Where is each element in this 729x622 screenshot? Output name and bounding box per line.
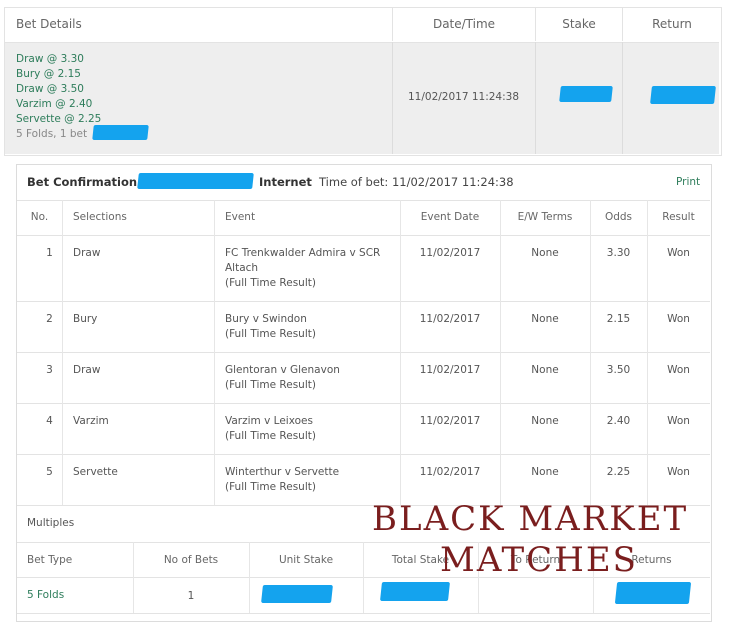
redaction: [650, 86, 716, 104]
summary-selection: Varzim @ 2.40: [16, 98, 93, 110]
multiples-col-bet-type: Bet Type: [27, 554, 73, 566]
row-event-date: 11/02/2017: [419, 364, 481, 376]
summary-datetime: 11/02/2017 11:24:38: [407, 91, 519, 103]
divider: [622, 42, 623, 154]
row-odds: 3.50: [606, 364, 631, 376]
redaction: [614, 582, 692, 604]
row-result: Won: [667, 415, 690, 427]
divider: [17, 613, 710, 614]
divider: [17, 352, 710, 353]
divider: [17, 235, 710, 236]
stake-header: Stake: [535, 7, 622, 41]
row-result: Won: [667, 364, 690, 376]
row-ew-terms: None: [531, 313, 559, 325]
divider: [17, 200, 710, 201]
row-event: Glentoran v Glenavon: [225, 364, 340, 376]
redaction: [92, 125, 149, 140]
row-market: (Full Time Result): [225, 430, 316, 442]
row-selection: Servette: [73, 466, 118, 478]
col-header-result: Result: [662, 211, 695, 223]
divider: [133, 542, 134, 613]
col-header-ew-terms: E/W Terms: [517, 211, 573, 223]
col-header-odds: Odds: [604, 211, 633, 223]
watermark-line-1: BLACK MARKET: [372, 499, 689, 539]
divider: [214, 200, 215, 505]
time-of-bet: Time of bet: 11/02/2017 11:24:38: [319, 175, 514, 189]
col-header-event-date: Event Date: [420, 211, 480, 223]
row-odds: 2.15: [606, 313, 631, 325]
bet-details-header: Bet Details: [16, 17, 82, 31]
row-selection: Draw: [73, 247, 101, 259]
row-event-date: 11/02/2017: [419, 313, 481, 325]
row-market: (Full Time Result): [225, 328, 316, 340]
folds-summary: 5 Folds, 1 bet: [16, 128, 88, 140]
row-event: Winterthur v Servette: [225, 466, 340, 478]
divider: [249, 542, 250, 613]
row-selection: Varzim: [73, 415, 109, 427]
redaction: [380, 582, 450, 601]
row-selection: Draw: [73, 364, 101, 376]
summary-selection: Servette @ 2.25: [16, 113, 102, 125]
multiples-col-unit-stake: Unit Stake: [278, 554, 334, 566]
divider: [17, 301, 710, 302]
row-market: (Full Time Result): [225, 379, 316, 391]
row-ew-terms: None: [531, 247, 559, 259]
print-link[interactable]: Print: [676, 176, 700, 188]
multiples-col-no-of-bets: No of Bets: [163, 554, 219, 566]
summary-selection: Draw @ 3.50: [16, 83, 84, 95]
row-result: Won: [667, 466, 690, 478]
row-odds: 2.40: [606, 415, 631, 427]
row-event-date: 11/02/2017: [419, 415, 481, 427]
row-event: Varzim v Leixoes: [225, 415, 313, 427]
summary-selection: Bury @ 2.15: [16, 68, 81, 80]
date-time-header: Date/Time: [392, 7, 535, 41]
row-ew-terms: None: [531, 364, 559, 376]
row-odds: 3.30: [606, 247, 631, 259]
multiples-no-of-bets: 1: [187, 590, 195, 602]
row-event-date: 11/02/2017: [419, 466, 481, 478]
row-event-date: 11/02/2017: [419, 247, 481, 259]
channel-label: Internet: [259, 175, 312, 189]
col-header-selections: Selections: [73, 211, 127, 223]
row-selection: Bury: [73, 313, 98, 325]
bet-confirmation-title: Bet Confirmation: [27, 175, 138, 189]
row-ew-terms: None: [531, 466, 559, 478]
row-result: Won: [667, 247, 690, 259]
multiples-title: Multiples: [27, 517, 75, 529]
row-market: (Full Time Result): [225, 277, 316, 289]
redaction: [559, 86, 613, 102]
divider: [17, 403, 710, 404]
divider: [17, 454, 710, 455]
return-header: Return: [622, 7, 721, 41]
row-result: Won: [667, 313, 690, 325]
row-ew-terms: None: [531, 415, 559, 427]
divider: [535, 42, 536, 154]
summary-selection: Draw @ 3.30: [16, 53, 84, 65]
multiples-bet-type[interactable]: 5 Folds: [27, 589, 64, 601]
row-market: (Full Time Result): [225, 481, 316, 493]
col-header-event: Event: [225, 211, 256, 223]
col-header-no: No.: [30, 211, 49, 223]
row-event: FC Trenkwalder Admira v SCR Altach: [225, 247, 381, 274]
redaction: [137, 173, 254, 189]
watermark-line-2: MATCHES: [440, 540, 638, 580]
divider: [363, 542, 364, 613]
row-odds: 2.25: [606, 466, 631, 478]
redaction: [261, 585, 333, 603]
row-event: Bury v Swindon: [225, 313, 307, 325]
